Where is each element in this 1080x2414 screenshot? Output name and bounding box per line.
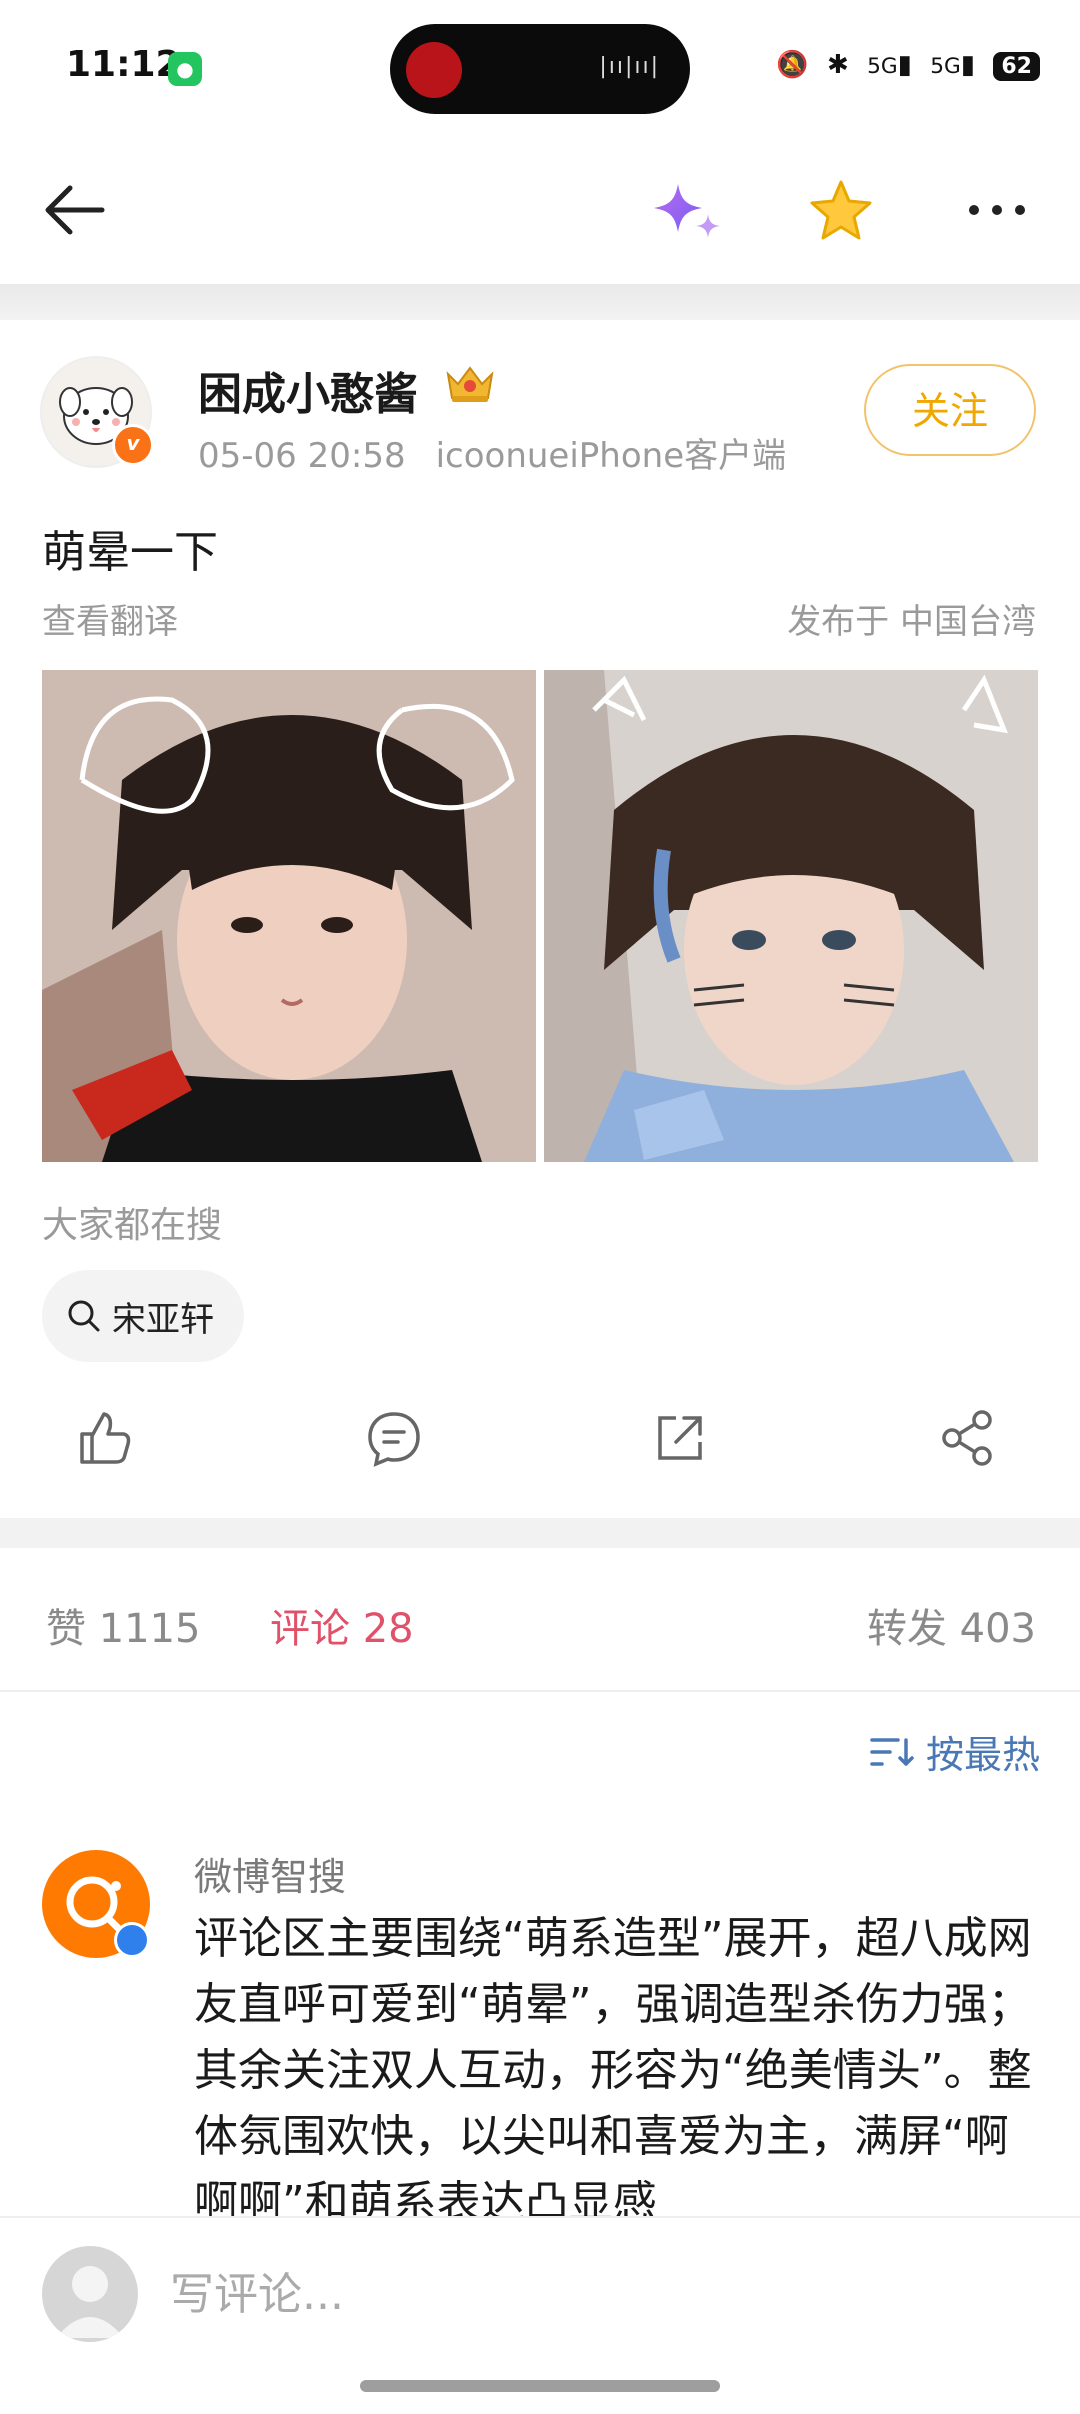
- sort-button[interactable]: 按最热: [870, 1724, 1040, 1779]
- verified-badge-icon: v: [112, 424, 154, 466]
- section-divider: [0, 1518, 1080, 1548]
- section-divider: [0, 284, 1080, 320]
- comment-button[interactable]: [362, 1406, 432, 1470]
- share-icon: [942, 1410, 992, 1466]
- comment-bubble-icon: [368, 1412, 420, 1467]
- post-source: icoonueiPhone客户端: [435, 436, 787, 476]
- author-avatar[interactable]: v: [40, 356, 154, 468]
- dynamic-island: |ıı|ıı|: [390, 24, 690, 114]
- music-artwork-icon: [406, 42, 462, 98]
- top-nav-bar: [0, 140, 1080, 280]
- audio-wave-icon: |ıı|ıı|: [599, 54, 660, 79]
- back-button[interactable]: [40, 178, 120, 242]
- repost-button[interactable]: [648, 1406, 718, 1470]
- bluetooth-icon: ✱: [827, 50, 849, 80]
- post-text: 萌晕一下: [42, 527, 218, 578]
- status-bar: 11:12 ● |ıı|ıı| 🔕 ✱ 5G▮ 5G▮ 62: [0, 0, 1080, 140]
- tab-likes[interactable]: 赞 1115: [46, 1596, 201, 1654]
- thumbs-up-icon: [80, 1412, 131, 1464]
- mute-icon: 🔕: [776, 50, 809, 80]
- user-avatar[interactable]: [42, 2246, 138, 2342]
- search-icon: [68, 1300, 100, 1332]
- translate-link[interactable]: 查看翻译: [42, 594, 178, 643]
- status-time: 11:12: [66, 44, 181, 85]
- post-image-1[interactable]: [42, 670, 536, 1162]
- share-button[interactable]: [936, 1406, 1006, 1470]
- comment-input[interactable]: 写评论...: [170, 2258, 344, 2322]
- favorite-button[interactable]: [806, 178, 886, 242]
- tab-reposts[interactable]: 转发 403: [867, 1596, 1036, 1654]
- search-chip-label: 宋亚轩: [112, 1299, 214, 1340]
- ai-comment-author[interactable]: 微博智搜: [194, 1846, 346, 1901]
- wechat-notification-icon: ●: [168, 52, 202, 86]
- ai-comment-text: 评论区主要围绕“萌系造型”展开，超八成网友直呼可爱到“萌晕”，强调造型杀伤力强；…: [194, 1913, 1032, 2216]
- battery-icon: 62: [993, 52, 1040, 81]
- arrow-left-icon: [45, 185, 105, 235]
- signal-1-icon: 5G▮: [867, 50, 912, 80]
- search-chip[interactable]: 宋亚轩: [42, 1270, 244, 1362]
- ai-assistant-button[interactable]: [648, 178, 728, 242]
- sort-icon: [870, 1737, 914, 1766]
- portrait-photo-2: [544, 670, 1038, 1162]
- post-location: 发布于 中国台湾: [787, 602, 1036, 642]
- default-avatar-icon: [56, 2266, 124, 2338]
- sort-label: 按最热: [925, 1733, 1040, 1777]
- star-icon: [810, 180, 872, 240]
- post-timestamp: 05-06 20:58: [198, 436, 406, 476]
- verified-check-icon: [114, 1922, 150, 1958]
- status-icons: 🔕 ✱ 5G▮ 5G▮ 62: [766, 50, 1040, 81]
- more-dots-icon: [969, 205, 1025, 215]
- signal-2-icon: 5G▮: [930, 50, 976, 80]
- ai-search-avatar[interactable]: [42, 1850, 150, 1958]
- home-indicator[interactable]: [360, 2380, 720, 2392]
- like-button[interactable]: [72, 1406, 142, 1470]
- author-name[interactable]: 困成小憨酱: [198, 358, 418, 422]
- sparkle-icon: [654, 184, 720, 238]
- follow-button[interactable]: 关注: [864, 364, 1036, 456]
- vip-crown-icon[interactable]: [442, 360, 498, 406]
- repost-icon: [658, 1416, 702, 1460]
- post-meta: 05-06 20:58 icoonueiPhone客户端: [198, 428, 786, 477]
- more-button[interactable]: [962, 178, 1042, 242]
- comment-compose-bar: 写评论...: [0, 2216, 1080, 2414]
- trending-search-label: 大家都在搜: [42, 1205, 223, 1246]
- portrait-photo-1: [42, 670, 536, 1162]
- post-image-2[interactable]: [544, 670, 1038, 1162]
- tab-comments[interactable]: 评论 28: [270, 1596, 414, 1654]
- tabs-divider: [0, 1690, 1080, 1692]
